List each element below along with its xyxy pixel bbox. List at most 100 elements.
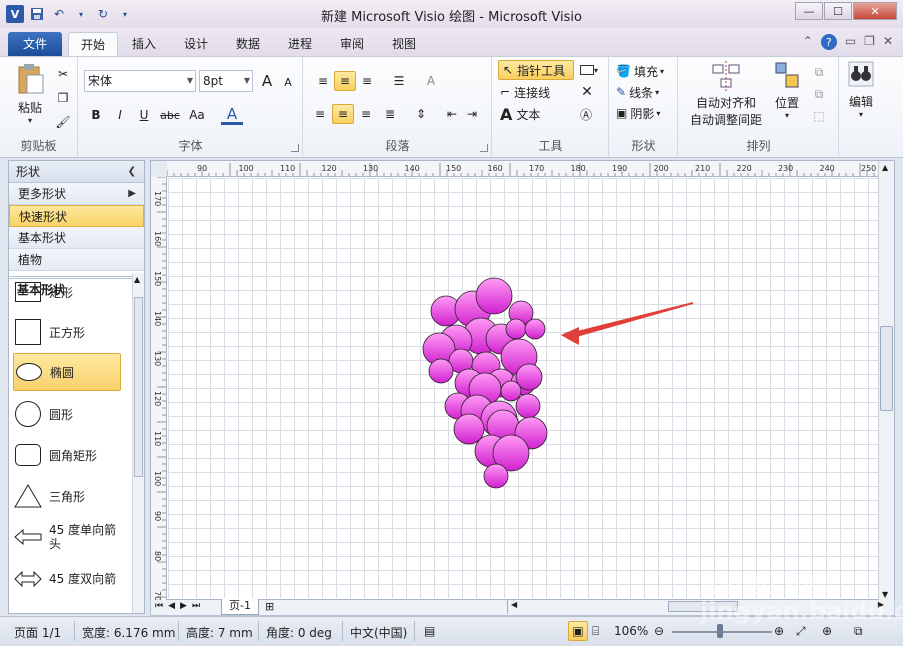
bullets-icon[interactable]: ☰ — [388, 71, 410, 91]
underline-button[interactable]: U — [135, 105, 153, 125]
shrink-font-button[interactable]: A — [279, 73, 297, 91]
insert-page-icon[interactable]: ⊞ — [265, 600, 274, 613]
rotate-text-icon[interactable]: Ⓐ — [575, 104, 597, 124]
rectangle-tool-icon[interactable]: ▾ — [577, 62, 601, 78]
canvas-vertical-scrollbar[interactable]: ▲ ▼ — [878, 161, 894, 601]
collapse-ribbon-icon[interactable]: ⌃ — [803, 34, 813, 50]
tab-data[interactable]: 数据 — [224, 32, 272, 56]
strikethrough-button[interactable]: abc — [159, 105, 181, 125]
collapse-panel-icon[interactable]: ❮ — [128, 161, 136, 183]
shape-square[interactable]: 正方形 — [13, 313, 121, 351]
doc-close-icon[interactable]: ✕ — [883, 34, 893, 50]
shape-circle[interactable]: 圆形 — [13, 395, 121, 433]
tab-process[interactable]: 进程 — [276, 32, 324, 56]
plants-row[interactable]: 植物 — [9, 249, 144, 271]
binoculars-icon — [848, 61, 874, 87]
page-nav-icons[interactable]: ⏮◀▶⏭ — [155, 601, 205, 611]
shape-triangle[interactable]: 三角形 — [13, 477, 121, 515]
close-x-icon[interactable]: ✕ — [577, 82, 597, 102]
basic-shapes-row[interactable]: 基本形状 — [9, 227, 144, 249]
zoom-out-icon[interactable]: ⊖ — [654, 624, 664, 638]
stencil-list: 矩形 正方形 椭圆 圆形 圆角矩形 三角形 45 度单向箭头 45 度双向箭 — [9, 273, 134, 613]
maximize-button[interactable]: ☐ — [824, 2, 852, 20]
shape-45-single-arrow[interactable]: 45 度单向箭头 — [13, 517, 121, 557]
tab-home[interactable]: 开始 — [68, 32, 119, 56]
change-case-button[interactable]: Aa — [183, 105, 211, 125]
cut-icon[interactable]: ✂ — [54, 65, 72, 83]
chevron-right-icon: ▶ — [128, 188, 136, 199]
shape-rectangle[interactable]: 矩形 — [13, 273, 121, 311]
tab-review[interactable]: 审阅 — [328, 32, 376, 56]
scroll-thumb[interactable] — [134, 297, 143, 477]
format-painter-icon[interactable]: 🖌 — [54, 113, 72, 131]
doc-restore-icon[interactable]: ❐ — [864, 34, 875, 50]
text-direction-icon[interactable]: A — [420, 71, 442, 91]
status-angle: 角度: 0 deg — [266, 626, 332, 640]
send-backward-icon[interactable]: ⧉ — [807, 85, 831, 103]
scroll-left-icon[interactable]: ◀ — [511, 600, 517, 609]
connector-tool-button[interactable]: ⌐ 连接线 — [500, 82, 570, 102]
position-button[interactable]: 位置 ▾ — [771, 61, 803, 120]
decrease-indent-icon[interactable]: ⇤ — [442, 104, 462, 124]
shape-rounded-rectangle[interactable]: 圆角矩形 — [13, 436, 121, 474]
page-view-icon[interactable]: ▣ — [568, 621, 588, 641]
minimize-button[interactable]: — — [795, 2, 823, 20]
status-language[interactable]: 中文(中国) — [350, 624, 407, 641]
paragraph-dialog-launcher[interactable] — [480, 144, 488, 152]
fill-button[interactable]: 🪣 填充 ▾ — [616, 61, 676, 81]
tab-design[interactable]: 设计 — [172, 32, 220, 56]
paste-button[interactable]: 粘贴 ▾ — [10, 63, 50, 125]
group-icon[interactable]: ⬚ — [807, 107, 831, 125]
shape-ellipse[interactable]: 椭圆 — [13, 353, 121, 391]
help-icon[interactable]: ? — [820, 34, 837, 50]
shape-45-double-arrow[interactable]: 45 度双向箭 — [13, 559, 121, 599]
full-screen-icon[interactable]: ⌸ — [592, 624, 599, 639]
tab-file[interactable]: 文件 — [8, 32, 62, 56]
align-left-icon[interactable]: ≡ — [310, 104, 330, 124]
tab-insert[interactable]: 插入 — [120, 32, 168, 56]
stencil-scrollbar[interactable]: ▲ — [132, 273, 144, 613]
scroll-up-icon[interactable]: ▲ — [134, 275, 140, 284]
group-shape: 🪣 填充 ▾ ✎ 线条 ▾ ▣ 阴影 ▾ 形状 — [610, 57, 678, 157]
copy-icon[interactable]: ❐ — [54, 89, 72, 107]
pointer-tool-button[interactable]: ↖ 指针工具 — [498, 60, 574, 80]
zoom-level[interactable]: 106% — [614, 624, 648, 638]
bring-forward-icon[interactable]: ⧉ — [807, 63, 831, 81]
more-shapes-row[interactable]: 更多形状 ▶ — [9, 183, 144, 205]
edit-button[interactable]: 编辑 ▾ — [844, 61, 878, 119]
close-button[interactable]: ✕ — [853, 2, 897, 20]
page-tab-1[interactable]: 页-1 — [221, 599, 259, 615]
quick-shapes-row[interactable]: 快速形状 — [9, 205, 144, 227]
auto-align-button[interactable]: 自动对齐和 自动调整间距 — [683, 61, 769, 128]
align-center-icon[interactable]: ≡ — [332, 104, 354, 124]
doc-minimize-icon[interactable]: ▭ — [845, 34, 856, 50]
zoom-in-icon[interactable]: ⊕ — [774, 624, 784, 638]
scroll-up-icon[interactable]: ▲ — [882, 163, 888, 172]
increase-indent-icon[interactable]: ⇥ — [462, 104, 482, 124]
bold-button[interactable]: B — [87, 105, 105, 125]
font-color-button[interactable]: A — [221, 105, 243, 125]
align-top-icon[interactable]: ≡ — [312, 71, 334, 91]
font-dialog-launcher[interactable] — [291, 144, 299, 152]
shape-group-label: 形状 — [631, 139, 656, 153]
macro-record-icon[interactable]: ▤ — [424, 624, 435, 638]
status-page[interactable]: 页面 1/1 — [14, 624, 61, 641]
italic-button[interactable]: I — [111, 105, 129, 125]
zoom-slider-thumb[interactable] — [717, 624, 723, 638]
canvas-scroll-thumb[interactable] — [880, 326, 893, 411]
shadow-button[interactable]: ▣ 阴影 ▾ — [616, 103, 676, 123]
grow-font-button[interactable]: A — [257, 71, 277, 91]
font-name-combo[interactable]: 宋体 ▼ — [84, 70, 196, 92]
align-right-icon[interactable]: ≡ — [356, 104, 376, 124]
align-middle-icon[interactable]: ≡ — [334, 71, 356, 91]
switch-windows-icon[interactable]: ⧉ — [854, 624, 863, 639]
text-tool-button[interactable]: A 文本 — [500, 104, 560, 124]
align-bottom-icon[interactable]: ≡ — [356, 71, 378, 91]
fit-page-icon[interactable]: ⤢ — [796, 624, 806, 639]
line-button[interactable]: ✎ 线条 ▾ — [616, 82, 676, 102]
font-size-combo[interactable]: 8pt ▼ — [199, 70, 253, 92]
justify-icon[interactable]: ≣ — [380, 104, 400, 124]
tab-view[interactable]: 视图 — [380, 32, 428, 56]
line-spacing-icon[interactable]: ⇕ — [410, 104, 432, 124]
pan-zoom-icon[interactable]: ⊕ — [822, 624, 832, 638]
